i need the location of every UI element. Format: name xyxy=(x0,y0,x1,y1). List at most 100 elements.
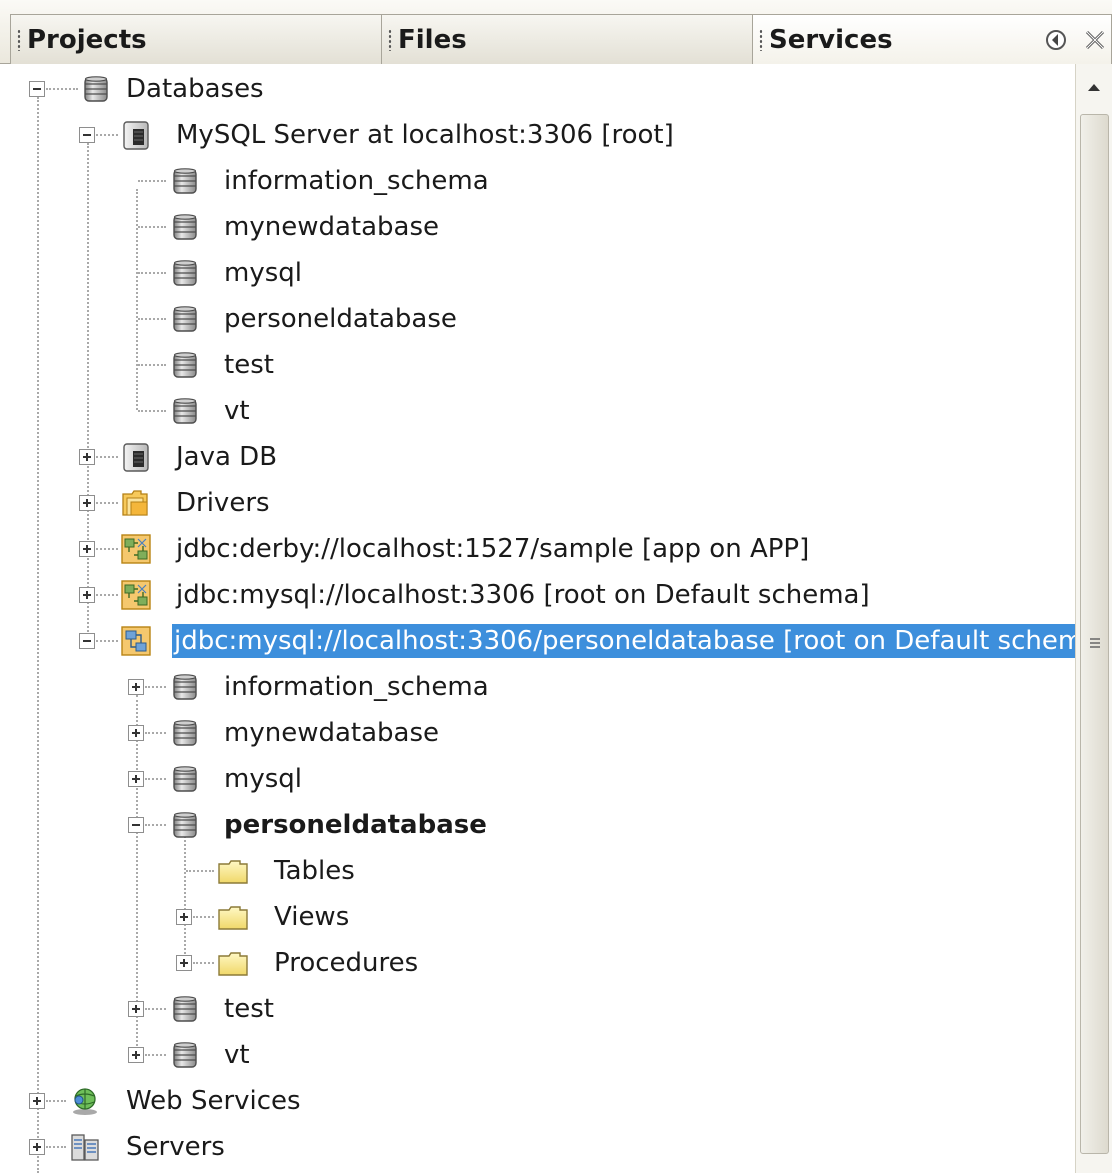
tree-node-label: Views xyxy=(274,902,350,932)
tree-node-label: information_schema xyxy=(224,166,489,196)
tab-label: Services xyxy=(769,25,893,55)
database-icon xyxy=(170,396,200,426)
tree-node-procedures[interactable]: Procedures xyxy=(0,940,1075,986)
tree-node-label: Servers xyxy=(126,1132,225,1162)
tree-node-information-schema[interactable]: information_schema xyxy=(0,664,1075,710)
minimize-window-icon[interactable] xyxy=(1044,28,1068,52)
tree-node-mysql-connection[interactable]: jdbc:mysql://localhost:3306 [root on Def… xyxy=(0,572,1075,618)
tree-node-mysql[interactable]: mysql xyxy=(0,756,1075,802)
tree-node-personeldatabase-connection[interactable]: jdbc:mysql://localhost:3306/personeldata… xyxy=(0,618,1075,664)
database-icon xyxy=(170,304,200,334)
tree-connector xyxy=(145,1008,166,1010)
tree-node-label: Web Services xyxy=(126,1086,301,1116)
collapse-toggle-icon[interactable] xyxy=(79,127,95,143)
drag-grip-icon[interactable] xyxy=(759,29,763,51)
drag-grip-icon[interactable] xyxy=(17,29,21,51)
tree-node-information-schema[interactable]: information_schema xyxy=(0,158,1075,204)
tree-node-derby-connection[interactable]: jdbc:derby://localhost:1527/sample [app … xyxy=(0,526,1075,572)
services-tree: Databases MySQL Server at localhost:3306… xyxy=(0,64,1075,1173)
tree-connector xyxy=(145,1054,166,1056)
collapse-toggle-icon[interactable] xyxy=(29,81,45,97)
expand-toggle-icon[interactable] xyxy=(128,679,144,695)
expand-toggle-icon[interactable] xyxy=(79,495,95,511)
server-icon xyxy=(121,120,151,150)
tree-node-web-services[interactable]: Web Services xyxy=(0,1078,1075,1124)
tree-node-label: test xyxy=(224,350,274,380)
database-icon xyxy=(170,764,200,794)
expand-toggle-icon[interactable] xyxy=(29,1093,45,1109)
tree-node-test[interactable]: test xyxy=(0,986,1075,1032)
close-window-icon[interactable] xyxy=(1081,26,1109,54)
expand-toggle-icon[interactable] xyxy=(128,725,144,741)
tab-label: Files xyxy=(398,25,467,55)
expand-toggle-icon[interactable] xyxy=(79,587,95,603)
expand-toggle-icon[interactable] xyxy=(128,771,144,787)
tree-node-personeldatabase[interactable]: personeldatabase xyxy=(0,296,1075,342)
expand-toggle-icon[interactable] xyxy=(176,955,192,971)
tab-projects[interactable]: Projects xyxy=(10,14,383,64)
tree-connector xyxy=(138,318,166,320)
selected-node-label: jdbc:mysql://localhost:3306/personeldata… xyxy=(172,624,1075,658)
tree-node-vt[interactable]: vt xyxy=(0,388,1075,434)
collapse-toggle-icon[interactable] xyxy=(128,817,144,833)
tree-node-personeldatabase-expanded[interactable]: personeldatabase xyxy=(0,802,1075,848)
expand-toggle-icon[interactable] xyxy=(176,909,192,925)
services-panel: Projects Files Services Databases MySQL … xyxy=(0,0,1112,1173)
tree-connector xyxy=(145,778,166,780)
broken-connection-icon xyxy=(121,534,151,564)
tree-node-mynewdatabase[interactable]: mynewdatabase xyxy=(0,204,1075,250)
folder-icon xyxy=(218,902,248,932)
tree-node-label: mysql xyxy=(224,764,302,794)
tree-node-label: Tables xyxy=(274,856,355,886)
database-icon xyxy=(170,350,200,380)
thumb-grip-icon xyxy=(1090,638,1100,648)
database-icon xyxy=(170,212,200,242)
expand-toggle-icon[interactable] xyxy=(29,1139,45,1155)
scrollbar-thumb[interactable] xyxy=(1080,114,1109,1154)
scroll-up-arrow-icon[interactable] xyxy=(1082,76,1106,100)
tree-connector xyxy=(138,180,166,182)
servers-icon xyxy=(70,1132,100,1162)
tree-node-mysql-server[interactable]: MySQL Server at localhost:3306 [root] xyxy=(0,112,1075,158)
tree-node-databases[interactable]: Databases xyxy=(0,66,1075,112)
database-icon xyxy=(170,1040,200,1070)
tree-node-views[interactable]: Views xyxy=(0,894,1075,940)
folder-icon xyxy=(218,948,248,978)
tree-node-drivers[interactable]: Drivers xyxy=(0,480,1075,526)
database-icon xyxy=(170,718,200,748)
tree-node-label: vt xyxy=(224,1040,250,1070)
tree-node-label: mynewdatabase xyxy=(224,718,439,748)
tree-node-mysql[interactable]: mysql xyxy=(0,250,1075,296)
tree-node-label: personeldatabase xyxy=(224,810,487,840)
server-icon xyxy=(121,442,151,472)
tree-node-label: Procedures xyxy=(274,948,419,978)
tree-connector xyxy=(138,410,166,412)
collapse-toggle-icon[interactable] xyxy=(79,633,95,649)
tree-node-java-db[interactable]: Java DB xyxy=(0,434,1075,480)
tree-node-label: vt xyxy=(224,396,250,426)
expand-toggle-icon[interactable] xyxy=(79,541,95,557)
tree-node-servers[interactable]: Servers xyxy=(0,1124,1075,1170)
tree-node-label: mysql xyxy=(224,258,302,288)
expand-toggle-icon[interactable] xyxy=(128,1047,144,1063)
tree-node-label: jdbc:mysql://localhost:3306 [root on Def… xyxy=(176,580,870,610)
tab-files[interactable]: Files xyxy=(381,14,754,64)
tree-connector xyxy=(145,686,166,688)
tree-connector xyxy=(46,88,78,90)
tree-node-label: Drivers xyxy=(176,488,270,518)
tree-node-mynewdatabase[interactable]: mynewdatabase xyxy=(0,710,1075,756)
tree-connector xyxy=(96,640,118,642)
tree-connector xyxy=(96,456,118,458)
vertical-scrollbar[interactable] xyxy=(1075,64,1112,1173)
expand-toggle-icon[interactable] xyxy=(128,1001,144,1017)
tree-node-label: jdbc:derby://localhost:1527/sample [app … xyxy=(176,534,810,564)
tree-connector xyxy=(145,732,166,734)
broken-connection-icon xyxy=(121,580,151,610)
tree-node-tables[interactable]: Tables xyxy=(0,848,1075,894)
drag-grip-icon[interactable] xyxy=(388,29,392,51)
expand-toggle-icon[interactable] xyxy=(79,449,95,465)
tree-connector xyxy=(96,548,118,550)
tree-node-vt[interactable]: vt xyxy=(0,1032,1075,1078)
tree-node-test[interactable]: test xyxy=(0,342,1075,388)
connection-icon xyxy=(121,626,151,656)
